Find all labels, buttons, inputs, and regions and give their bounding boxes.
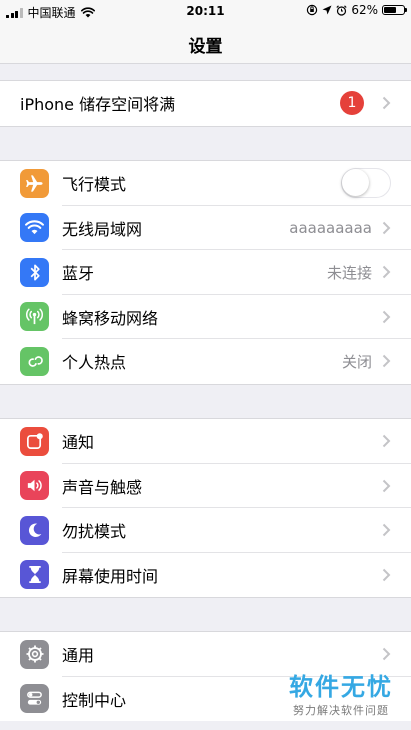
alarm-icon (336, 4, 347, 16)
sound-icon (20, 471, 49, 501)
settings-row-bluetooth[interactable]: 蓝牙 未连接 (0, 250, 411, 295)
moon-icon (20, 515, 49, 545)
wifi-label: 无线局域网 (62, 219, 143, 239)
cellular-icon (20, 302, 49, 332)
do-not-disturb-label: 勿扰模式 (62, 522, 127, 542)
chevron-right-icon (382, 648, 391, 661)
battery-icon (382, 5, 407, 15)
wifi-network-name: aaaaaaaaa (289, 218, 372, 237)
storage-group: iPhone 储存空间将满 1 (0, 80, 411, 127)
watermark: 软件无忧 努力解决软件问题 (289, 667, 393, 718)
chevron-right-icon (382, 266, 391, 279)
chevron-right-icon (382, 355, 391, 368)
chevron-right-icon (382, 97, 391, 110)
network-group: 飞行模式 无线局域网 aaaaaaaaa 蓝牙 未连接 蜂窝移动网络 个人热点 … (0, 160, 411, 385)
settings-row-wifi[interactable]: 无线局域网 aaaaaaaaa (0, 206, 411, 250)
personal-hotspot-status: 关闭 (341, 352, 372, 371)
bluetooth-icon (20, 257, 49, 287)
gear-icon (20, 639, 49, 669)
cellular-label: 蜂窝移动网络 (62, 308, 159, 328)
chevron-right-icon (382, 221, 391, 234)
screen-time-label: 屏幕使用时间 (62, 566, 159, 586)
toggle-knob (342, 169, 369, 197)
airplane-icon (20, 168, 49, 198)
storage-warning-label: iPhone 储存空间将满 (20, 95, 176, 115)
settings-row-do-not-disturb[interactable]: 勿扰模式 (0, 508, 411, 553)
hotspot-icon (20, 346, 49, 376)
chevron-right-icon (382, 568, 391, 581)
watermark-title: 软件无忧 (289, 673, 393, 701)
notification-badge: 1 (340, 91, 364, 116)
settings-row-sounds-haptics[interactable]: 声音与触感 (0, 464, 411, 508)
notifications-label: 通知 (62, 433, 95, 453)
notifications-icon (20, 426, 49, 456)
settings-row-screen-time[interactable]: 屏幕使用时间 (0, 553, 411, 598)
page-title: 设置 (188, 37, 223, 57)
settings-row-personal-hotspot[interactable]: 个人热点 关闭 (0, 339, 411, 384)
watermark-subtitle: 努力解决软件问题 (293, 704, 389, 717)
chevron-right-icon (382, 479, 391, 492)
sounds-haptics-label: 声音与触感 (62, 477, 143, 497)
storage-warning-row[interactable]: iPhone 储存空间将满 1 (0, 81, 411, 126)
chevron-right-icon (382, 524, 391, 537)
settings-row-airplane-mode: 飞行模式 (0, 161, 411, 206)
bluetooth-status: 未连接 (326, 263, 372, 282)
airplane-mode-label: 飞行模式 (62, 175, 127, 195)
chevron-right-icon (382, 435, 391, 448)
status-bar: 中国联通 20:11 62% (0, 0, 411, 22)
hourglass-icon (20, 560, 49, 590)
airplane-mode-toggle[interactable] (341, 168, 391, 199)
settings-row-notifications[interactable]: 通知 (0, 419, 411, 464)
chevron-right-icon (382, 310, 391, 323)
settings-row-cellular[interactable]: 蜂窝移动网络 (0, 295, 411, 339)
personal-hotspot-label: 个人热点 (62, 353, 127, 373)
battery-percentage: 62% (351, 3, 378, 17)
orientation-lock-icon (307, 4, 318, 16)
bluetooth-label: 蓝牙 (62, 264, 95, 284)
wifi-icon (20, 213, 49, 243)
navigation-bar: 设置 (0, 22, 411, 64)
control-center-icon (20, 684, 49, 714)
notifications-group: 通知 声音与触感 勿扰模式 屏幕使用时间 (0, 418, 411, 598)
location-icon (322, 5, 332, 15)
general-label: 通用 (62, 646, 95, 666)
